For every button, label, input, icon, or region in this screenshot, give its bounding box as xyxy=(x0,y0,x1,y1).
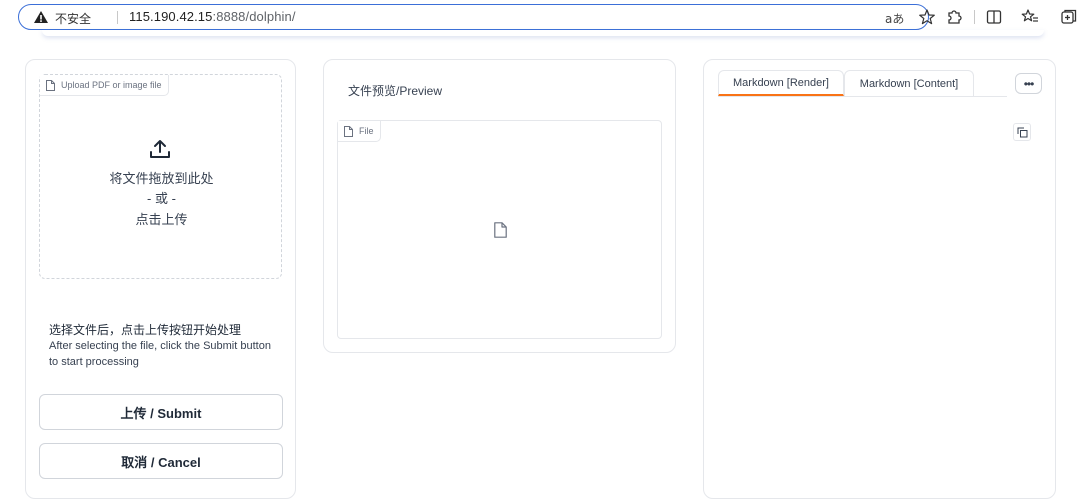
copy-button[interactable] xyxy=(1013,123,1031,141)
toolbar-shadow xyxy=(42,30,1044,36)
instruction-text: 选择文件后，点击上传按钮开始处理 After selecting the fil… xyxy=(49,322,279,370)
instruction-zh: 选择文件后，点击上传按钮开始处理 xyxy=(49,323,242,337)
file-block-label: File xyxy=(338,121,381,142)
copy-icon xyxy=(1017,127,1028,138)
address-bar[interactable]: 不安全 115.190.42.15:8888/dolphin/ aあ xyxy=(18,4,935,30)
upload-icon xyxy=(150,140,170,158)
favorites-icon[interactable] xyxy=(1021,8,1039,26)
click-to-upload-text: 点击上传 xyxy=(135,212,188,227)
security-status[interactable]: 不安全 xyxy=(55,10,91,27)
browser-toolbar: 不安全 115.190.42.15:8888/dolphin/ aあ xyxy=(0,0,1080,34)
url-host: 115.190.42.15 xyxy=(129,9,213,24)
favorite-star-icon[interactable] xyxy=(918,8,936,26)
instruction-en: After selecting the file, click the Subm… xyxy=(49,340,271,368)
tab-markdown-content[interactable]: Markdown [Content] xyxy=(844,70,974,96)
collections-icon[interactable] xyxy=(1060,8,1078,26)
empty-file-icon xyxy=(494,222,507,238)
preview-title: 文件预览/Preview xyxy=(348,84,443,98)
split-screen-icon[interactable] xyxy=(985,8,1003,26)
upload-block-label: Upload PDF or image file xyxy=(40,75,169,96)
file-label-text: File xyxy=(359,126,374,136)
toolbar-divider xyxy=(974,10,975,24)
more-options-button[interactable]: ••• xyxy=(1015,73,1042,94)
url-text[interactable]: 115.190.42.15:8888/dolphin/ xyxy=(129,9,296,24)
cancel-button[interactable]: 取消 / Cancel xyxy=(39,443,283,479)
tab-markdown-render[interactable]: Markdown [Render] xyxy=(718,70,844,96)
upload-label-text: Upload PDF or image file xyxy=(61,80,162,90)
read-aloud-icon[interactable]: aあ xyxy=(885,10,904,27)
drop-instruction: 将文件拖放到此处 xyxy=(109,171,214,186)
drop-or-divider: - 或 - xyxy=(147,191,176,206)
markdown-panel: Markdown [Render] Markdown [Content] ••• xyxy=(703,59,1056,499)
file-icon xyxy=(344,125,353,137)
url-path: :8888/dolphin/ xyxy=(212,9,296,24)
address-divider xyxy=(117,11,118,24)
tab-underline xyxy=(718,96,1007,97)
file-icon xyxy=(46,79,55,91)
preview-panel: 文件预览/Preview File xyxy=(323,59,676,353)
upload-panel: Upload PDF or image file 将文件拖放到此处 - 或 - … xyxy=(25,59,296,499)
submit-button[interactable]: 上传 / Submit xyxy=(39,394,283,430)
file-preview-box: File xyxy=(337,120,662,339)
file-drop-zone[interactable]: Upload PDF or image file 将文件拖放到此处 - 或 - … xyxy=(39,74,282,279)
warning-icon[interactable] xyxy=(33,9,49,25)
extensions-icon[interactable] xyxy=(945,8,963,26)
